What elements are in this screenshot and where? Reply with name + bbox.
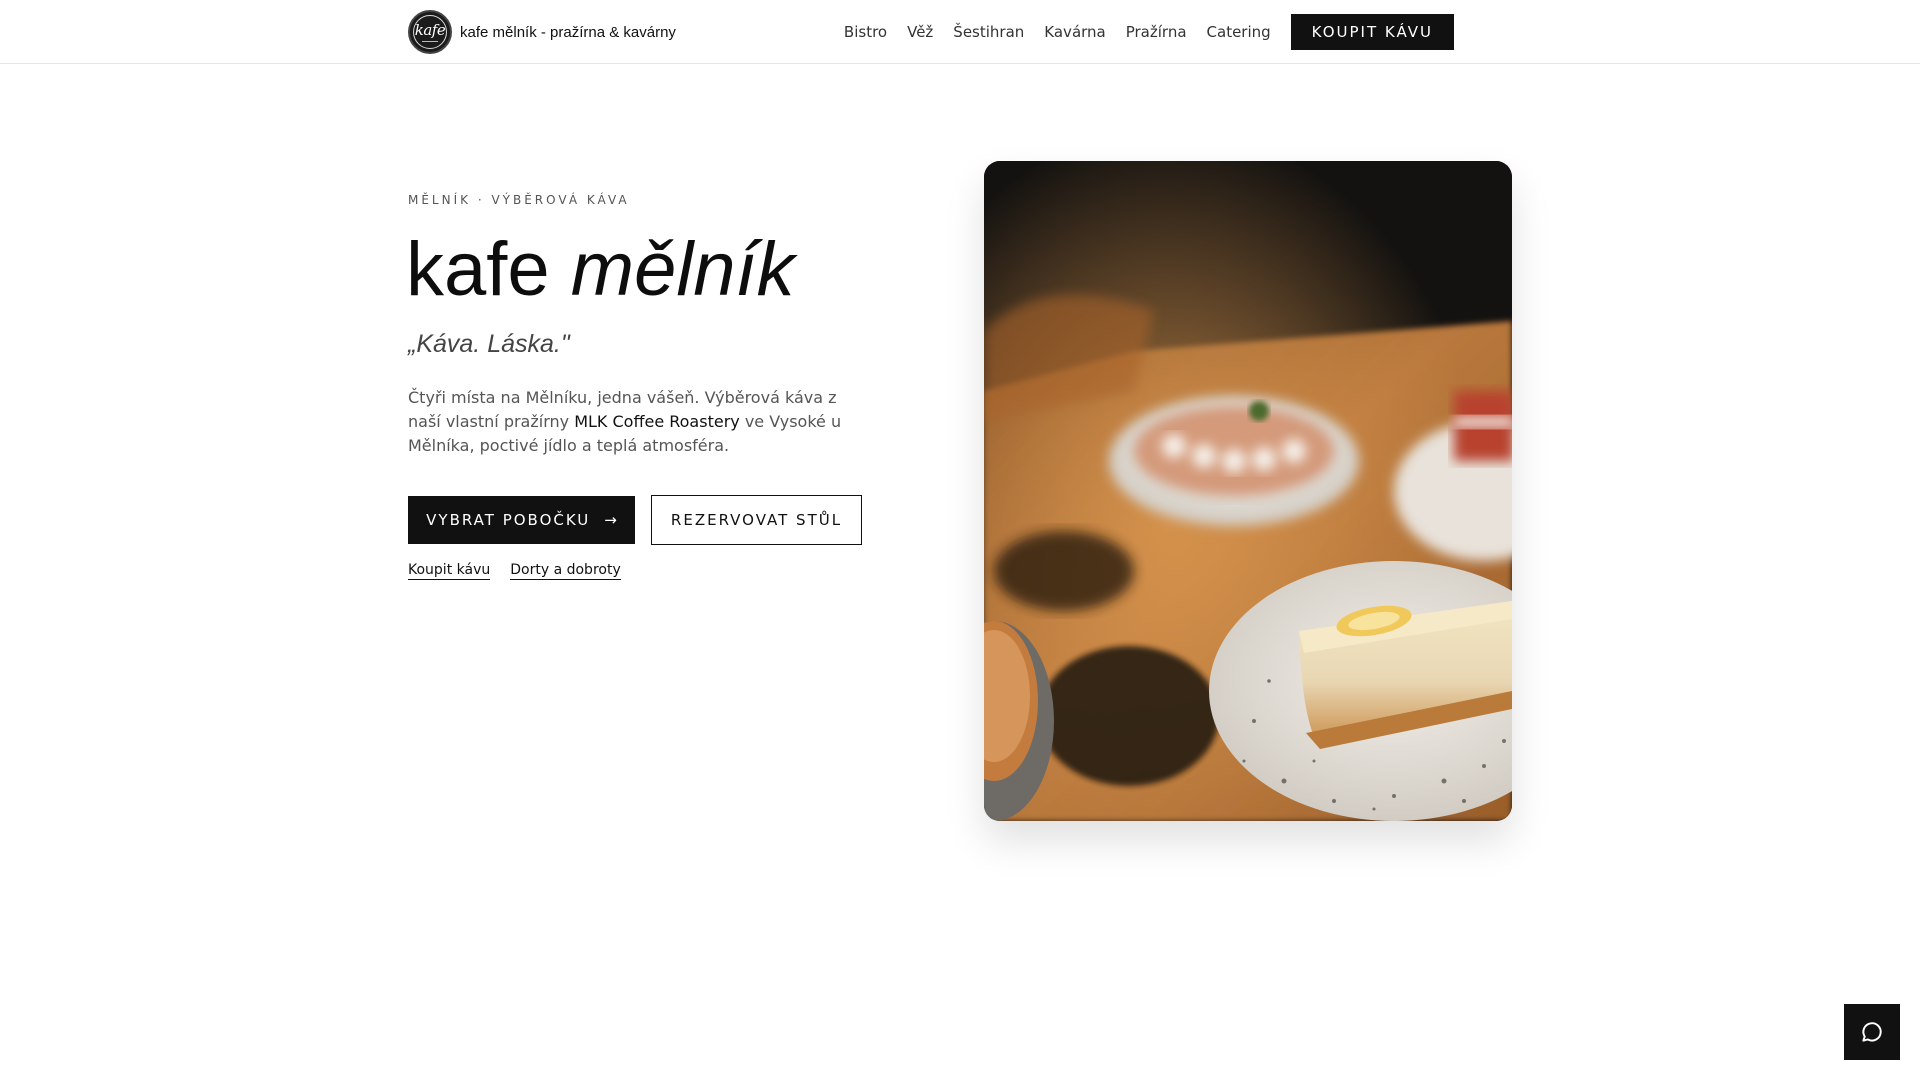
hero-title-italic: mělník <box>570 227 795 312</box>
hero-text-links: Koupit kávu Dorty a dobroty <box>408 562 641 580</box>
hero-tagline: „Káva. Láska." <box>408 330 570 358</box>
hero-eyebrow: MĚLNÍK · VÝBĚROVÁ KÁVA <box>408 193 630 207</box>
nav-link-catering[interactable]: Catering <box>1207 23 1271 41</box>
brand-name: kafe mělník - pražírna & kavárny <box>460 23 676 41</box>
cakes-link[interactable]: Dorty a dobroty <box>510 562 621 580</box>
main-nav: Bistro Věž Šestihran Kavárna Pražírna Ca… <box>844 14 1454 50</box>
hero-lead: Čtyři místa na Mělníku, jedna vášeň. Výb… <box>408 386 868 458</box>
nav-link-kavarna[interactable]: Kavárna <box>1044 23 1105 41</box>
buy-coffee-link[interactable]: Koupit kávu <box>408 562 491 580</box>
chat-button[interactable] <box>1844 1004 1900 1060</box>
choose-branch-label: VYBRAT POBOČKU <box>426 511 591 529</box>
hero-photo-cheesecake <box>984 161 1512 821</box>
reserve-table-button[interactable]: REZERVOVAT STŮL <box>651 495 862 545</box>
logo-underline <box>422 41 438 44</box>
site-header: kafe kafe mělník - pražírna & kavárny Bi… <box>0 0 1920 64</box>
arrow-right-icon: → <box>604 511 617 529</box>
nav-link-bistro[interactable]: Bistro <box>844 23 887 41</box>
hero-title: kafe mělník <box>406 226 795 314</box>
brand-home-link[interactable]: kafe kafe mělník - pražírna & kavárny <box>408 10 676 54</box>
kafe-logo: kafe <box>408 10 452 54</box>
logo-text: kafe <box>414 21 446 39</box>
nav-link-prazirna[interactable]: Pražírna <box>1126 23 1187 41</box>
roastery-link[interactable]: MLK Coffee Roastery <box>574 412 740 431</box>
nav-link-vez[interactable]: Věž <box>907 23 933 41</box>
hero-title-plain: kafe <box>406 227 571 312</box>
nav-link-sestihran[interactable]: Šestihran <box>953 23 1024 41</box>
buy-coffee-button[interactable]: KOUPIT KÁVU <box>1290 14 1454 50</box>
choose-branch-button[interactable]: VYBRAT POBOČKU → <box>408 496 635 544</box>
chat-bubble-icon <box>1862 1022 1882 1042</box>
